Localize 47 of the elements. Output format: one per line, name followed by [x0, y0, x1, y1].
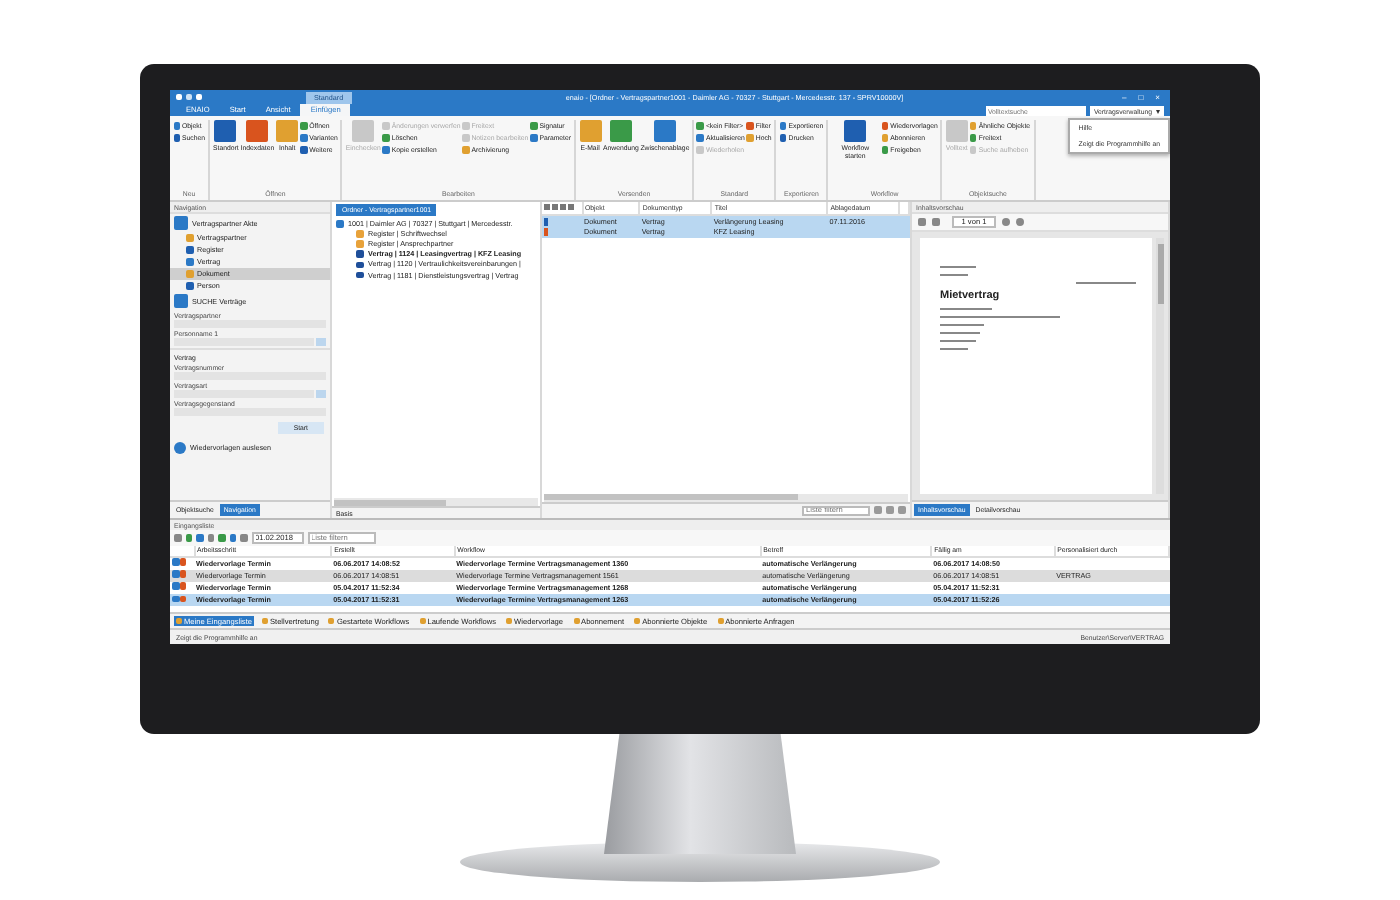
tab-icon: [634, 618, 641, 624]
lookup-button[interactable]: [316, 338, 326, 346]
tile-icon: [696, 122, 704, 130]
tile-icon: [530, 134, 538, 142]
tile-icon: [174, 294, 188, 308]
tile-icon: [881, 134, 889, 142]
tile-icon: [246, 120, 269, 142]
tile-icon: [579, 120, 602, 142]
tile-icon: [746, 122, 754, 130]
tile-icon: [969, 146, 977, 154]
tile-icon: [653, 120, 676, 142]
tile-icon: [336, 219, 344, 228]
tile-icon: [214, 120, 237, 142]
tile-icon: [186, 246, 193, 254]
tile-icon: [462, 134, 470, 142]
tile-icon: [881, 122, 889, 130]
tile-icon: [779, 122, 787, 130]
tab-icon: [717, 618, 724, 624]
tab-icon: [419, 618, 426, 624]
tile-icon: [696, 134, 704, 142]
tile-icon: [696, 146, 704, 154]
tile-icon: [382, 122, 390, 130]
tile-icon: [382, 146, 390, 154]
tile-icon: [186, 258, 193, 266]
tile-icon: [530, 122, 538, 130]
tab-icon: [328, 618, 335, 624]
tab-icon: [506, 618, 513, 624]
tile-icon: [300, 146, 308, 154]
tab-icon: [261, 618, 268, 624]
tile-icon: [609, 120, 632, 142]
tile-icon: [186, 270, 193, 278]
lookup-button[interactable]: [316, 390, 326, 398]
tile-icon: [844, 120, 867, 142]
tile-icon: [186, 282, 193, 290]
column-icons: [544, 204, 576, 210]
tile-icon: [382, 134, 390, 142]
tile-icon: [779, 134, 787, 142]
tile-icon: [174, 216, 188, 230]
tab-icon: [573, 618, 580, 624]
tile-icon: [462, 146, 470, 154]
tile-icon: [462, 122, 470, 130]
tile-icon: [881, 146, 889, 154]
tile-icon: [173, 122, 180, 130]
tab-icon: [176, 618, 182, 624]
tile-icon: [186, 234, 193, 242]
tile-icon: [173, 134, 180, 142]
tile-icon: [746, 134, 754, 142]
